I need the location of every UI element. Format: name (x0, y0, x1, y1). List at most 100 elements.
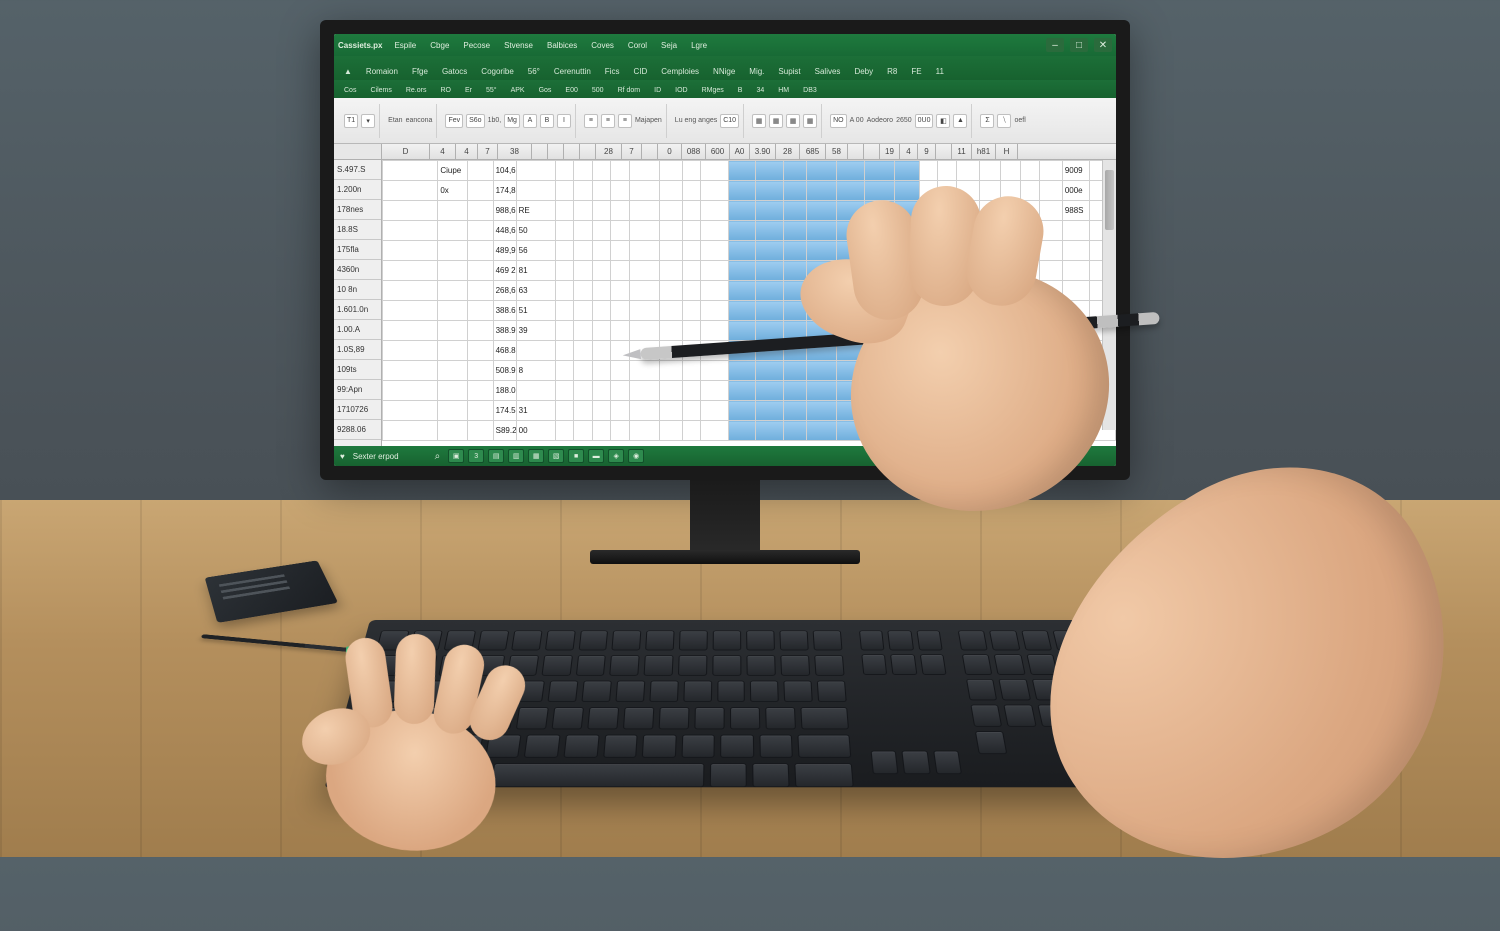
cell-r6-c19[interactable] (894, 281, 919, 301)
cell-r0-c9[interactable] (629, 161, 659, 181)
cell-r1-c6[interactable] (574, 181, 592, 201)
cell-r4-c0[interactable] (383, 241, 438, 261)
cell-r6-c0[interactable] (383, 281, 438, 301)
cell-r1-c5[interactable] (555, 181, 573, 201)
cell-r13-c3[interactable]: S89.28 (493, 421, 516, 441)
cell-r7-c18[interactable] (864, 301, 894, 321)
cell-r12-c25[interactable] (1021, 401, 1039, 421)
cell-r9-c3[interactable]: 468.89 (493, 341, 516, 361)
cell-r6-c18[interactable] (864, 281, 894, 301)
cell-r5-c0[interactable] (383, 261, 438, 281)
row-header-0[interactable]: S.497.S (334, 160, 381, 180)
column-header-16[interactable]: 3.90 (750, 144, 776, 159)
cell-r2-c6[interactable] (574, 201, 592, 221)
cell-r9-c0[interactable] (383, 341, 438, 361)
cell-r4-c13[interactable] (728, 241, 756, 261)
cell-r5-c24[interactable] (1000, 261, 1021, 281)
cell-r1-c24[interactable] (1000, 181, 1021, 201)
statusbar-view-icon-8[interactable]: ◈ (608, 449, 624, 463)
cell-r8-c9[interactable] (629, 321, 659, 341)
cell-r2-c21[interactable] (938, 201, 956, 221)
cell-r3-c27[interactable] (1062, 221, 1090, 241)
ribbon-tab-5[interactable]: 56° (522, 64, 546, 80)
cell-r2-c19[interactable] (894, 201, 919, 221)
cell-r10-c26[interactable] (1039, 361, 1062, 381)
cell-r5-c27[interactable] (1062, 261, 1090, 281)
cell-r4-c7[interactable] (592, 241, 610, 261)
cell-r10-c14[interactable] (756, 361, 784, 381)
ribbon-styles-item-0[interactable]: ▦ (752, 114, 766, 128)
ribbon-editing-item-0[interactable]: Σ (980, 114, 994, 128)
cell-r2-c11[interactable] (682, 201, 700, 221)
ribbon-name-box-item-1[interactable]: ▾ (361, 114, 375, 128)
menu-seja[interactable]: Seja (661, 41, 677, 50)
cell-r3-c16[interactable] (807, 221, 837, 241)
cell-r6-c13[interactable] (728, 281, 756, 301)
cell-r5-c16[interactable] (807, 261, 837, 281)
cell-r13-c0[interactable] (383, 421, 438, 441)
cell-r4-c27[interactable] (1062, 241, 1090, 261)
column-header-25[interactable] (936, 144, 952, 159)
cell-r9-c8[interactable] (611, 341, 629, 361)
cell-r4-c1[interactable] (438, 241, 468, 261)
cell-r10-c20[interactable] (919, 361, 937, 381)
cell-r7-c12[interactable] (701, 301, 729, 321)
cell-r7-c20[interactable] (919, 301, 937, 321)
row-header-4[interactable]: 175fla (334, 240, 381, 260)
cell-r6-c7[interactable] (592, 281, 610, 301)
cell-r9-c9[interactable] (629, 341, 659, 361)
cell-r6-c12[interactable] (701, 281, 729, 301)
cell-r13-c23[interactable] (979, 421, 1000, 441)
cell-r5-c12[interactable] (701, 261, 729, 281)
cell-r12-c11[interactable] (682, 401, 700, 421)
cell-r12-c19[interactable] (894, 401, 919, 421)
cell-r0-c15[interactable] (783, 161, 806, 181)
cell-r4-c20[interactable] (919, 241, 937, 261)
cell-r13-c13[interactable] (728, 421, 756, 441)
cell-r1-c10[interactable] (659, 181, 682, 201)
cell-r9-c24[interactable] (1000, 341, 1021, 361)
row-header-7[interactable]: 1.601.0n (334, 300, 381, 320)
cell-r11-c2[interactable] (468, 381, 493, 401)
cell-r8-c7[interactable] (592, 321, 610, 341)
cell-r10-c8[interactable] (611, 361, 629, 381)
cell-r8-c16[interactable] (807, 321, 837, 341)
cell-r3-c7[interactable] (592, 221, 610, 241)
cell-r13-c26[interactable] (1039, 421, 1062, 441)
ribbon-font-item-5[interactable]: B (540, 114, 554, 128)
cell-r0-c22[interactable] (956, 161, 979, 181)
cell-r0-c11[interactable] (682, 161, 700, 181)
statusbar-view-icon-5[interactable]: ▧ (548, 449, 564, 463)
cell-r9-c14[interactable] (756, 341, 784, 361)
cell-r1-c7[interactable] (592, 181, 610, 201)
cell-r8-c25[interactable] (1021, 321, 1039, 341)
cell-r6-c11[interactable] (682, 281, 700, 301)
ribbon-clipboard-item-1[interactable]: eancona (406, 117, 433, 124)
cell-r4-c9[interactable] (629, 241, 659, 261)
cell-r11-c27[interactable] (1062, 381, 1090, 401)
column-header-11[interactable] (642, 144, 658, 159)
cell-r10-c19[interactable] (894, 361, 919, 381)
ribbon-align-item-0[interactable]: ≡ (584, 114, 598, 128)
cell-r2-c12[interactable] (701, 201, 729, 221)
cell-r13-c19[interactable] (894, 421, 919, 441)
cell-r13-c1[interactable] (438, 421, 468, 441)
cell-r13-c27[interactable] (1062, 421, 1090, 441)
cell-r8-c11[interactable] (682, 321, 700, 341)
cell-r6-c9[interactable] (629, 281, 659, 301)
cell-r10-c27[interactable] (1062, 361, 1090, 381)
cell-r7-c25[interactable] (1021, 301, 1039, 321)
row-header-10[interactable]: 109ts (334, 360, 381, 380)
cell-r0-c6[interactable] (574, 161, 592, 181)
cell-r2-c7[interactable] (592, 201, 610, 221)
ribbon-tab-1[interactable]: Romaion (360, 64, 404, 80)
cell-r11-c7[interactable] (592, 381, 610, 401)
cell-r10-c4[interactable]: 8 (516, 361, 555, 381)
cell-r9-c27[interactable] (1062, 341, 1090, 361)
cell-r3-c8[interactable] (611, 221, 629, 241)
cell-r8-c3[interactable]: 388.98 (493, 321, 516, 341)
cell-r11-c5[interactable] (555, 381, 573, 401)
cell-r3-c15[interactable] (783, 221, 806, 241)
cell-r1-c14[interactable] (756, 181, 784, 201)
cell-r11-c10[interactable] (659, 381, 682, 401)
